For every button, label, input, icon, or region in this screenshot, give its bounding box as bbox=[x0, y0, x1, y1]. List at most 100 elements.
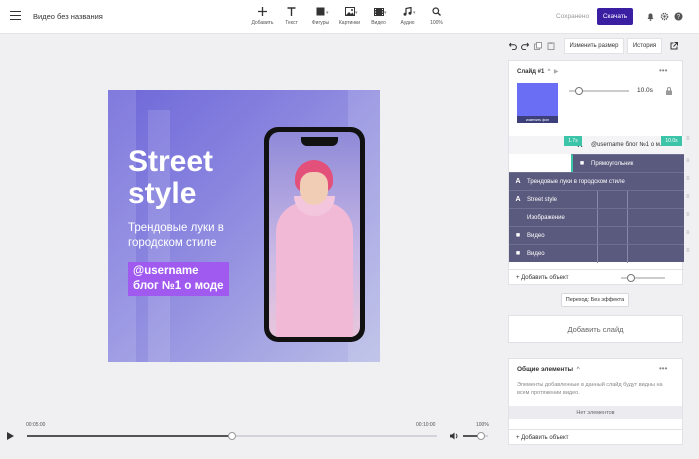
canvas-username-tag[interactable]: @username блог №1 о моде bbox=[128, 262, 229, 296]
duration-value: 10.0s bbox=[637, 87, 653, 94]
add-object-button[interactable]: + Добавить объект bbox=[509, 269, 684, 285]
transition-button[interactable]: Переход: Без эффекта bbox=[561, 293, 629, 307]
zoom-icon bbox=[432, 6, 441, 17]
timeline-gridline bbox=[627, 191, 628, 209]
video-icon bbox=[373, 6, 384, 17]
external-link-icon[interactable] bbox=[670, 42, 678, 50]
undo-icon[interactable] bbox=[508, 42, 517, 51]
chevron-down-icon: ▾ bbox=[384, 10, 387, 16]
drag-handle-icon[interactable]: ≡ bbox=[686, 212, 690, 218]
drag-handle-icon[interactable]: ≡ bbox=[686, 248, 690, 254]
tool-images[interactable]: Картинки ▾ bbox=[335, 6, 364, 26]
canvas-title-text[interactable]: Street style bbox=[128, 146, 213, 210]
volume-icon[interactable] bbox=[450, 432, 459, 440]
more-icon[interactable]: ••• bbox=[659, 364, 667, 373]
play-icon[interactable]: ▶ bbox=[552, 69, 559, 75]
common-elements-title[interactable]: Общие элементы ^ bbox=[517, 366, 580, 373]
drag-handle-icon[interactable]: ≡ bbox=[686, 158, 690, 164]
help-icon[interactable]: ? bbox=[674, 12, 683, 21]
timeline-gridline bbox=[597, 191, 598, 209]
layer-item[interactable]: ■ Видео bbox=[509, 226, 684, 245]
history-button[interactable]: История bbox=[627, 38, 662, 54]
text-icon bbox=[287, 6, 296, 17]
tool-audio[interactable]: Аудио ▾ bbox=[393, 6, 422, 26]
drag-handle-icon[interactable]: ≡ bbox=[686, 194, 690, 200]
timeline-gridline bbox=[627, 227, 628, 245]
lock-icon[interactable] bbox=[665, 87, 673, 95]
volume-slider[interactable] bbox=[463, 432, 488, 440]
volume-level: 100% bbox=[476, 422, 489, 428]
layer-item[interactable]: ■ Прямоугольник bbox=[571, 154, 684, 172]
document-title[interactable]: Видео без названия bbox=[33, 12, 103, 21]
slide-canvas[interactable]: Street style Трендовые луки в городском … bbox=[108, 90, 380, 362]
shape-icon bbox=[316, 6, 325, 17]
text-icon: A bbox=[515, 196, 521, 203]
chevron-up-icon[interactable]: ^ bbox=[575, 366, 580, 373]
resize-button[interactable]: Изменить размер bbox=[564, 38, 624, 54]
video-icon: ■ bbox=[515, 250, 521, 257]
image-icon bbox=[344, 6, 355, 17]
timeline-track[interactable] bbox=[27, 432, 437, 440]
layer-item[interactable]: ■ Видео bbox=[509, 244, 684, 263]
timeline-bar: 00:05:00 00:10:00 100% bbox=[0, 415, 500, 459]
layer-item[interactable]: A Street style bbox=[509, 190, 684, 209]
tool-shapes[interactable]: Фигуры ▾ bbox=[306, 6, 335, 26]
total-time: 00:10:00 bbox=[416, 422, 436, 428]
rectangle-icon: ■ bbox=[579, 160, 585, 167]
play-icon[interactable] bbox=[7, 432, 14, 440]
timeline-gridline bbox=[627, 245, 628, 263]
layer-item[interactable]: A Трендовые луки в городском стиле bbox=[509, 172, 684, 190]
redo-icon[interactable] bbox=[521, 42, 530, 51]
face-shape bbox=[300, 172, 328, 205]
top-bar: Видео без названия Добавить Текст Фигуры… bbox=[0, 0, 699, 34]
drag-handle-icon[interactable]: ≡ bbox=[686, 230, 690, 236]
phone-frame-image[interactable] bbox=[264, 127, 365, 342]
common-elements-description: Элементы добавленные в данный слайд буду… bbox=[517, 382, 663, 396]
chevron-down-icon: ▾ bbox=[413, 10, 416, 16]
tool-zoom[interactable]: 100% bbox=[422, 6, 451, 26]
layers-list: A @username блог №1 о м... 1.7s 10.0s ■ … bbox=[509, 136, 684, 263]
change-background-button[interactable]: изменить фон bbox=[517, 116, 558, 123]
timeline-gridline bbox=[597, 227, 598, 245]
timeline-gridline bbox=[627, 209, 628, 227]
bell-icon[interactable] bbox=[646, 12, 655, 21]
layer-item[interactable]: Изображение bbox=[509, 208, 684, 227]
hoodie-shape bbox=[276, 202, 353, 337]
timeline-gridline bbox=[597, 209, 598, 227]
duration-handle[interactable] bbox=[575, 87, 583, 95]
layer-end-tag[interactable]: 10.0s bbox=[661, 136, 682, 146]
chevron-up-icon[interactable]: ^ bbox=[546, 69, 551, 75]
copy-icon[interactable] bbox=[534, 42, 542, 50]
paste-icon[interactable] bbox=[547, 42, 555, 50]
current-time: 00:05:00 bbox=[26, 422, 46, 428]
save-status: Сохранено bbox=[556, 13, 590, 20]
volume-handle[interactable] bbox=[476, 432, 485, 440]
text-icon: A bbox=[515, 178, 521, 185]
gear-icon[interactable] bbox=[660, 12, 669, 21]
common-elements-panel: Общие элементы ^ ••• Элементы добавленны… bbox=[508, 358, 683, 445]
menu-icon[interactable] bbox=[10, 11, 21, 20]
video-icon: ■ bbox=[515, 232, 521, 239]
layer-start-tag[interactable]: 1.7s bbox=[564, 136, 582, 146]
slide-title[interactable]: Слайд #1 ^ ▶ bbox=[517, 68, 558, 75]
tool-add[interactable]: Добавить bbox=[248, 6, 277, 26]
timeline-progress bbox=[27, 435, 232, 437]
audio-icon bbox=[403, 6, 412, 17]
add-slide-button[interactable]: Добавить слайд bbox=[508, 315, 683, 343]
empty-state: Нет элементов bbox=[509, 406, 682, 419]
layer-zoom-handle[interactable] bbox=[627, 274, 635, 282]
timeline-handle[interactable] bbox=[228, 432, 236, 440]
plus-icon bbox=[258, 6, 267, 17]
more-icon[interactable]: ••• bbox=[659, 66, 667, 75]
slide-thumbnail[interactable]: изменить фон bbox=[517, 83, 558, 123]
chevron-down-icon: ▾ bbox=[355, 10, 358, 16]
tool-text[interactable]: Текст bbox=[277, 6, 306, 26]
canvas-subtitle-text[interactable]: Трендовые луки в городском стиле bbox=[128, 221, 258, 251]
drag-handle-icon[interactable]: ≡ bbox=[686, 176, 690, 182]
download-button[interactable]: Скачать bbox=[597, 8, 633, 25]
tool-video[interactable]: Видео ▾ bbox=[364, 6, 393, 26]
layer-item[interactable]: A @username блог №1 о м... bbox=[509, 136, 684, 154]
add-common-object-button[interactable]: + Добавить объект bbox=[509, 429, 682, 445]
drag-handle-icon[interactable]: ≡ bbox=[686, 136, 690, 142]
layer-drag-handles: ≡ ≡ ≡ ≡ ≡ ≡ ≡ bbox=[686, 136, 694, 266]
